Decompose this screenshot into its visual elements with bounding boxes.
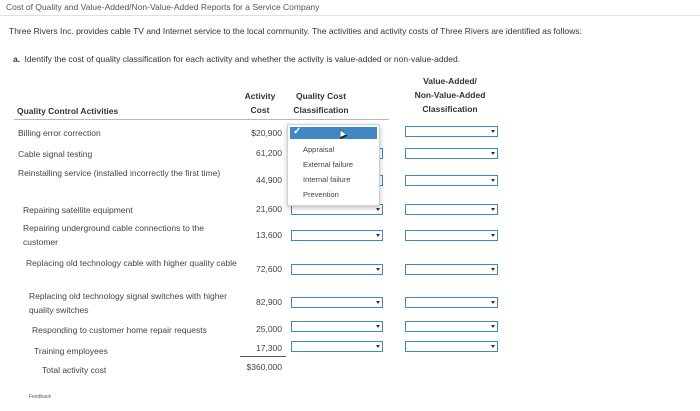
activity-cost: 13,600 <box>256 230 282 240</box>
activity-cost: $20,900 <box>251 128 282 138</box>
header-quality-cost: Quality Cost Classification <box>293 91 349 115</box>
header-divider <box>14 119 389 120</box>
feedback-button[interactable]: Feedback <box>27 393 107 403</box>
total-divider <box>240 356 286 357</box>
part-a-letter: a. <box>13 54 21 64</box>
activity-label: Repairing satellite equipment <box>23 205 133 215</box>
dropdown-option[interactable]: External failure <box>303 160 353 169</box>
check-icon: ✓ <box>293 126 302 137</box>
activity-cost: 82,900 <box>256 297 282 307</box>
total-label: Total activity cost <box>42 365 107 375</box>
value-added-select[interactable] <box>405 204 498 215</box>
header-value-added: Value-Added/ Non-Value-Added Classificat… <box>414 76 486 114</box>
page-title: Cost of Quality and Value-Added/Non-Valu… <box>6 2 320 12</box>
value-added-select[interactable] <box>405 297 498 308</box>
value-added-select[interactable] <box>405 341 498 352</box>
activity-cost: 72,600 <box>256 264 282 274</box>
quality-classification-select[interactable] <box>291 341 383 352</box>
total-cost: $360,000 <box>246 362 282 372</box>
value-added-select[interactable] <box>405 264 498 275</box>
activity-label: Reinstalling service (installed incorrec… <box>18 168 221 178</box>
value-added-select[interactable] <box>405 230 498 241</box>
value-added-select[interactable] <box>405 126 498 137</box>
activity-label: Billing error correction <box>18 128 101 138</box>
activity-cost: 61,200 <box>256 148 282 158</box>
quality-classification-dropdown[interactable]: ✓ Appraisal External failure Internal fa… <box>287 124 380 206</box>
part-a-instruction: a. Identify the cost of quality classifi… <box>13 54 460 64</box>
activity-cost: 25,000 <box>256 324 282 334</box>
part-a-text: Identify the cost of quality classificat… <box>24 54 461 64</box>
scroll-icon: : <box>373 127 376 134</box>
value-added-select[interactable] <box>405 148 498 159</box>
activity-label: Training employees <box>34 346 108 356</box>
quality-classification-select[interactable] <box>291 264 383 275</box>
activity-label: Responding to customer home repair reque… <box>32 325 207 335</box>
dropdown-option[interactable]: Prevention <box>303 190 339 199</box>
activity-cost: 17,300 <box>256 343 282 353</box>
intro-text: Three Rivers Inc. provides cable TV and … <box>9 26 582 36</box>
header-activity-cost: Activity Cost <box>244 91 276 115</box>
activity-label: Cable signal testing <box>18 149 93 159</box>
dropdown-option[interactable]: Internal failure <box>303 175 351 184</box>
dropdown-selected-row[interactable]: ✓ <box>290 126 377 139</box>
title-divider <box>0 15 700 16</box>
activity-cost: 44,900 <box>256 175 282 185</box>
dropdown-option[interactable]: Appraisal <box>303 145 334 154</box>
quality-classification-select[interactable] <box>291 321 383 332</box>
quality-classification-select[interactable] <box>291 297 383 308</box>
activity-label: Repairing underground cable connections … <box>23 223 204 247</box>
value-added-select[interactable] <box>405 175 498 186</box>
value-added-select[interactable] <box>405 321 498 332</box>
header-activities: Quality Control Activities <box>17 106 119 116</box>
activity-cost: 21,600 <box>256 204 282 214</box>
quality-classification-select[interactable] <box>291 230 383 241</box>
activity-label: Replacing old technology signal switches… <box>29 291 227 315</box>
activity-label: Replacing old technology cable with high… <box>26 258 237 268</box>
